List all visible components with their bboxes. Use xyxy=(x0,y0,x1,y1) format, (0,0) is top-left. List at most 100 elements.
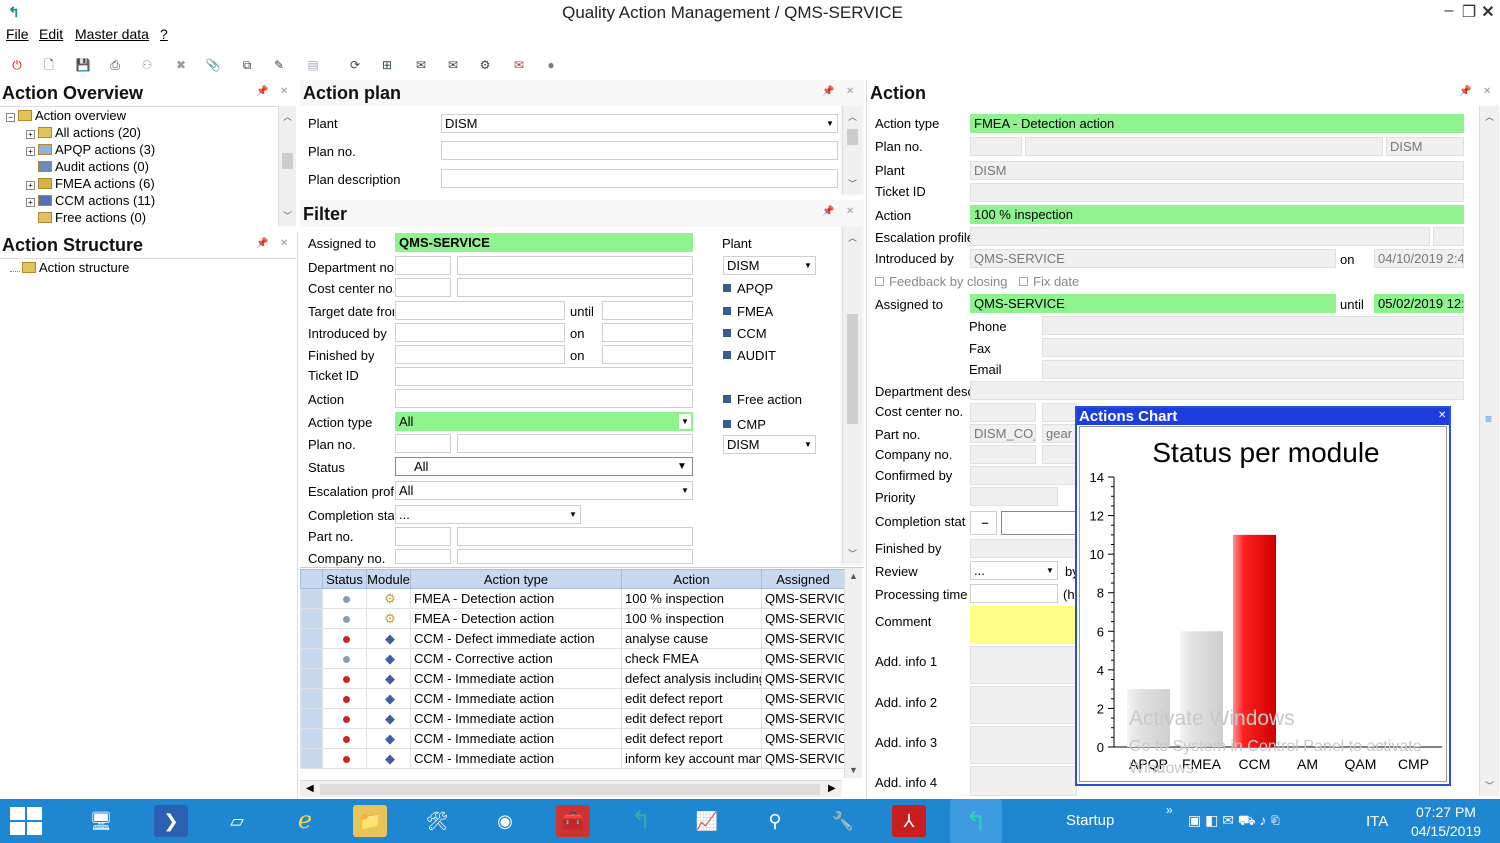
action-fax-input[interactable] xyxy=(1042,338,1464,357)
filter-cost-input[interactable] xyxy=(395,278,451,297)
pin-icon[interactable]: 📌 xyxy=(822,86,834,97)
panel-close-icon[interactable]: ✕ xyxy=(846,206,854,217)
action-plant-select[interactable]: DISM xyxy=(970,161,1464,180)
table-row[interactable]: ◆ CCM - Immediate action edit defect repor… xyxy=(300,688,845,709)
grid-hscrollbar[interactable]: ◀ ▶ xyxy=(300,780,842,797)
action-escal-btn[interactable] xyxy=(1433,227,1464,246)
menu-help[interactable]: ? xyxy=(160,26,168,42)
action-company-desc[interactable] xyxy=(1042,445,1077,464)
pin-icon[interactable]: 📌 xyxy=(822,206,834,217)
panel-close-icon[interactable]: ✕ xyxy=(846,86,854,97)
server-manager-icon[interactable]: 🖥 xyxy=(84,805,118,837)
action-planno-input[interactable] xyxy=(970,137,1022,156)
plan-no-input[interactable] xyxy=(441,141,838,160)
feedback-checkbox[interactable]: Feedback by closing xyxy=(875,274,1008,289)
grid-header-assigned[interactable]: Assigned xyxy=(761,569,845,589)
clock-date[interactable]: 04/15/2019 xyxy=(1400,823,1492,839)
filter-icon[interactable]: ⊞ xyxy=(378,56,396,74)
tree-node-overview[interactable]: − Action overview xyxy=(6,108,126,123)
pin-icon[interactable]: 📌 xyxy=(256,238,268,249)
settings-icon[interactable]: ⚙ xyxy=(476,56,494,74)
action-ticket-input[interactable] xyxy=(970,183,1464,202)
filter-part-input[interactable] xyxy=(395,527,451,546)
qms-app-active-icon[interactable]: ↰ xyxy=(950,799,1002,843)
tree-node-free[interactable]: Free actions (0) xyxy=(38,210,146,225)
action-part-input[interactable]: DISM_CO_ xyxy=(970,424,1036,443)
action-email-input[interactable] xyxy=(1042,360,1464,379)
table-row[interactable]: ⚙ FMEA - Detection action 100 % inspection… xyxy=(300,608,845,629)
module-audit-checkbox[interactable]: AUDIT xyxy=(723,348,776,363)
tree-node-ccm[interactable]: + CCM actions (11) xyxy=(26,193,155,208)
grid-header-type[interactable]: Action type xyxy=(410,569,622,589)
explorer-app-icon[interactable]: ▱ xyxy=(220,805,254,837)
row-header[interactable] xyxy=(300,748,323,769)
action-company-input[interactable] xyxy=(970,445,1036,464)
chart-close-icon[interactable]: ✕ xyxy=(1438,410,1446,421)
network-icon[interactable]: ⚲ xyxy=(758,805,792,837)
completion-minus-button[interactable]: – xyxy=(970,511,997,535)
action-dept-input[interactable] xyxy=(970,381,1464,400)
filter-dept-input[interactable] xyxy=(395,256,451,275)
filter-introduced-input[interactable] xyxy=(395,323,565,342)
action-confirmed-input[interactable] xyxy=(970,466,1077,485)
menu-master-data[interactable]: Master data xyxy=(75,26,149,42)
row-header[interactable] xyxy=(300,628,323,649)
action-cost-desc[interactable] xyxy=(1042,403,1077,422)
internet-explorer-icon[interactable]: ℯ xyxy=(288,805,322,837)
action-cost-input[interactable] xyxy=(970,403,1036,422)
filter-planno-desc[interactable] xyxy=(457,434,693,453)
table-row[interactable]: ◆ CCM - Immediate action inform key accoun… xyxy=(300,748,845,769)
panel-close-icon[interactable]: ✕ xyxy=(280,86,288,97)
attach-icon[interactable]: 📎 xyxy=(204,56,222,74)
overview-scrollbar[interactable]: ︿ ﹀ xyxy=(278,106,296,226)
plan-plant-select[interactable]: DISM ▼ xyxy=(441,114,838,133)
row-header[interactable] xyxy=(300,588,323,609)
action-completion-input[interactable] xyxy=(1001,511,1077,535)
filter-part-desc[interactable] xyxy=(457,527,693,546)
plan-scrollbar[interactable]: ︿ ﹀ xyxy=(842,106,862,194)
table-row[interactable]: ⚙ FMEA - Detection action 100 % inspection… xyxy=(300,588,845,609)
menu-edit[interactable]: Edit xyxy=(39,26,63,42)
action-until-input[interactable]: 05/02/2019 12:( xyxy=(1374,294,1464,313)
new-document-icon[interactable]: 🗋 xyxy=(40,56,58,74)
powershell-icon[interactable]: ❯ xyxy=(154,805,188,837)
admin-tools-icon[interactable]: 🛠 xyxy=(420,805,454,837)
action-phone-input[interactable] xyxy=(1042,316,1464,335)
tray-expand-icon[interactable]: » xyxy=(1166,803,1173,817)
action-planno-desc[interactable] xyxy=(1025,137,1383,156)
menu-file[interactable]: File xyxy=(6,26,29,42)
grid-header-module[interactable]: Module xyxy=(366,569,411,589)
tray-icons[interactable]: ▣ ◧ ✉ ⛟ ♪ ⎘ xyxy=(1188,812,1281,831)
action-review-select[interactable]: ... ▼ xyxy=(970,561,1058,580)
qms-app-icon[interactable]: ↰ xyxy=(624,805,658,837)
filter-escal-select[interactable]: All ▼ xyxy=(395,481,693,500)
file-explorer-icon[interactable]: 📁 xyxy=(353,805,387,837)
filter-introduced-on[interactable] xyxy=(602,323,693,342)
cmp-plant-select[interactable]: DISM ▼ xyxy=(723,435,816,454)
chart-window-caption[interactable]: Actions Chart xyxy=(1077,408,1449,425)
row-header[interactable] xyxy=(300,648,323,669)
restore-icon[interactable]: ❐ xyxy=(1460,2,1478,22)
filter-scrollbar[interactable]: ︿ ﹀ xyxy=(842,227,862,564)
mail-icon[interactable]: ✉ xyxy=(412,56,430,74)
filter-company-input[interactable] xyxy=(395,549,451,564)
panel-close-icon[interactable]: ✕ xyxy=(1483,86,1491,97)
refresh-icon[interactable]: ⟳ xyxy=(346,56,364,74)
action-introduced-input[interactable]: QMS-SERVICE xyxy=(970,249,1336,268)
language-indicator[interactable]: ITA xyxy=(1366,813,1388,830)
toolbox-icon[interactable]: 🧰 xyxy=(556,805,590,837)
row-header[interactable] xyxy=(300,728,323,749)
mail-send-icon[interactable]: ✉ xyxy=(444,56,462,74)
action-planno-plant[interactable]: DISM xyxy=(1386,137,1464,156)
users-icon[interactable]: ⚇ xyxy=(138,56,156,74)
action-type-select[interactable]: FMEA - Detection action xyxy=(970,114,1464,133)
tree-node-all[interactable]: + All actions (20) xyxy=(26,125,141,140)
close-icon[interactable]: ✕ xyxy=(1479,2,1497,22)
action-action-input[interactable]: 100 % inspection xyxy=(970,205,1464,224)
fixdate-checkbox[interactable]: Fix date xyxy=(1019,274,1079,289)
action-processing-input[interactable] xyxy=(970,584,1058,603)
row-header[interactable] xyxy=(300,688,323,709)
grid-scrollbar[interactable]: ▲ ▼ xyxy=(844,568,862,778)
filter-assigned-input[interactable]: QMS-SERVICE xyxy=(395,233,693,252)
row-header[interactable] xyxy=(300,668,323,689)
